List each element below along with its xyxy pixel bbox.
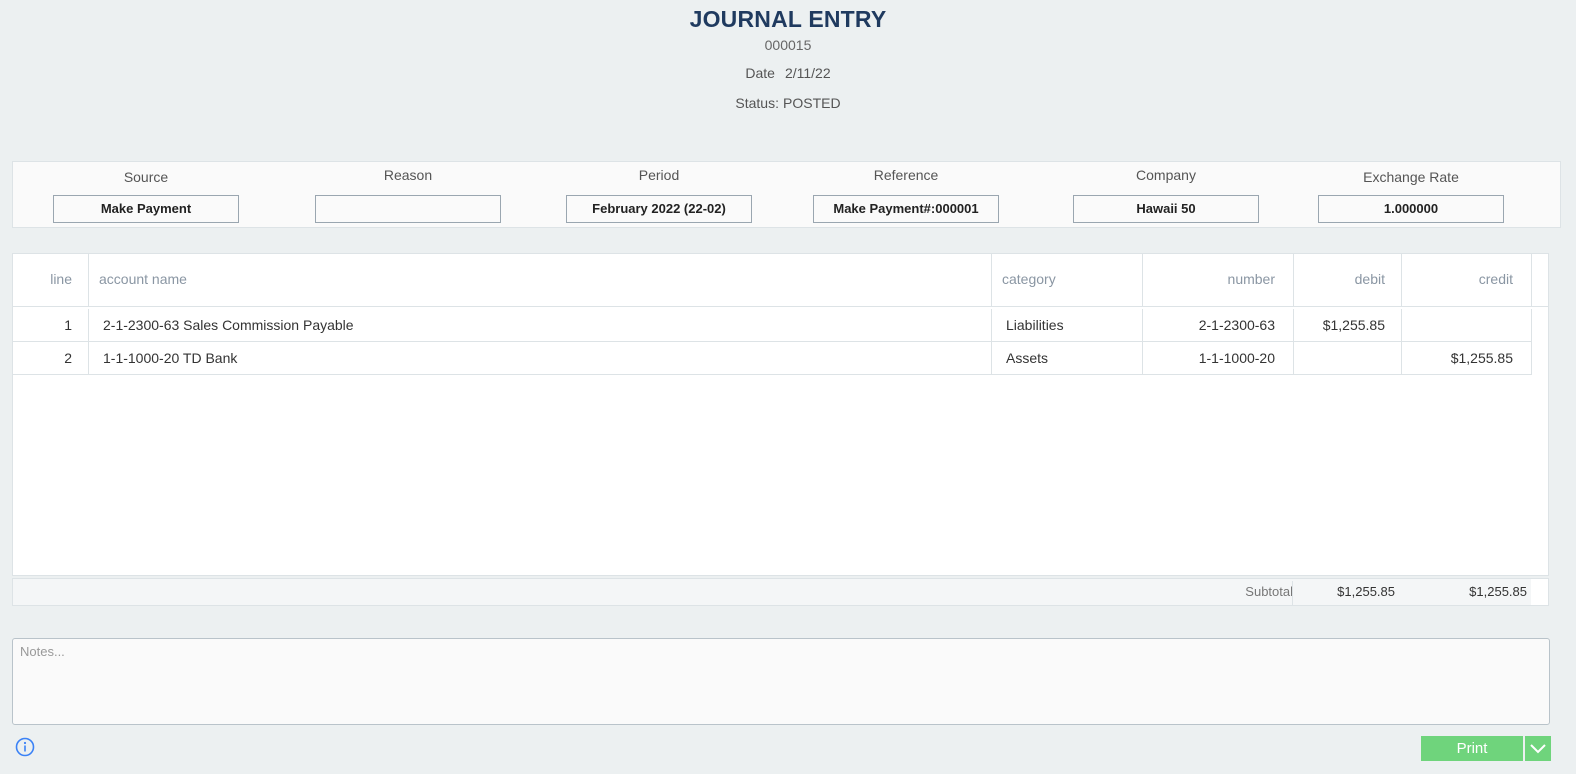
status-value: POSTED <box>783 95 841 111</box>
cell-line: 1 <box>13 309 89 341</box>
column-header-account-name[interactable]: account name <box>89 254 992 307</box>
column-header-number[interactable]: number <box>1143 254 1294 307</box>
reason-label: Reason <box>383 167 433 183</box>
print-button[interactable]: Print <box>1421 736 1523 761</box>
column-header-line[interactable]: line <box>13 254 89 307</box>
subtotal-credit: $1,255.85 <box>1469 584 1527 599</box>
table-row[interactable]: 1 2-1-2300-63 Sales Commission Payable L… <box>13 309 1532 342</box>
subtotal-divider <box>1292 581 1293 605</box>
info-circle-icon[interactable] <box>14 736 36 758</box>
cell-debit: $1,255.85 <box>1294 309 1402 341</box>
entry-fields-panel: Source Make Payment Reason Period Februa… <box>12 161 1561 228</box>
print-options-dropdown[interactable] <box>1525 736 1551 761</box>
reason-field: Reason <box>315 162 501 223</box>
exchange-rate-field: Exchange Rate 1.000000 <box>1318 162 1504 223</box>
cell-debit <box>1294 342 1402 374</box>
cell-credit <box>1402 309 1532 341</box>
period-field: Period February 2022 (22-02) <box>566 162 752 223</box>
cell-category: Liabilities <box>992 309 1143 341</box>
subtotal-debit: $1,255.85 <box>1337 584 1395 599</box>
document-number: 000015 <box>764 37 812 53</box>
date-value: 2/11/22 <box>784 65 831 81</box>
reference-label: Reference <box>873 167 939 183</box>
cell-line: 2 <box>13 342 89 374</box>
period-label: Period <box>638 167 680 183</box>
column-header-category[interactable]: category <box>992 254 1143 307</box>
company-value[interactable]: Hawaii 50 <box>1073 195 1259 223</box>
source-field: Source Make Payment <box>53 162 239 223</box>
column-header-debit[interactable]: debit <box>1294 254 1402 307</box>
journal-lines-table: line account name category number debit … <box>12 253 1549 576</box>
reference-value[interactable]: Make Payment#:000001 <box>813 195 999 223</box>
cell-credit: $1,255.85 <box>1402 342 1532 374</box>
date-line: Date 2/11/22 <box>0 65 1576 81</box>
reference-field: Reference Make Payment#:000001 <box>813 162 999 223</box>
cell-category: Assets <box>992 342 1143 374</box>
column-header-credit[interactable]: credit <box>1402 254 1532 307</box>
table-row[interactable]: 2 1-1-1000-20 TD Bank Assets 1-1-1000-20… <box>13 342 1532 375</box>
subtotal-bar: Subtotal $1,255.85 $1,255.85 <box>12 578 1549 606</box>
page-title: JOURNAL ENTRY <box>689 6 887 32</box>
exchange-rate-label: Exchange Rate <box>1363 169 1459 185</box>
status-line: Status: POSTED <box>0 95 1576 111</box>
cell-number: 1-1-1000-20 <box>1143 342 1294 374</box>
company-label: Company <box>1136 167 1196 183</box>
subtotal-end-cap <box>1531 579 1548 605</box>
period-value[interactable]: February 2022 (22-02) <box>566 195 752 223</box>
subtotal-label: Subtotal <box>1245 584 1293 599</box>
status-label: Status: <box>735 95 779 111</box>
cell-account-name: 2-1-2300-63 Sales Commission Payable <box>89 309 992 341</box>
notes-field[interactable] <box>12 638 1550 725</box>
cell-number: 2-1-2300-63 <box>1143 309 1294 341</box>
reason-value[interactable] <box>315 195 501 223</box>
source-value[interactable]: Make Payment <box>53 195 239 223</box>
chevron-down-icon <box>1525 744 1551 764</box>
table-header: line account name category number debit … <box>13 254 1548 307</box>
source-label: Source <box>123 169 169 185</box>
cell-account-name: 1-1-1000-20 TD Bank <box>89 342 992 374</box>
exchange-rate-value[interactable]: 1.000000 <box>1318 195 1504 223</box>
date-label: Date <box>745 65 775 81</box>
company-field: Company Hawaii 50 <box>1073 162 1259 223</box>
